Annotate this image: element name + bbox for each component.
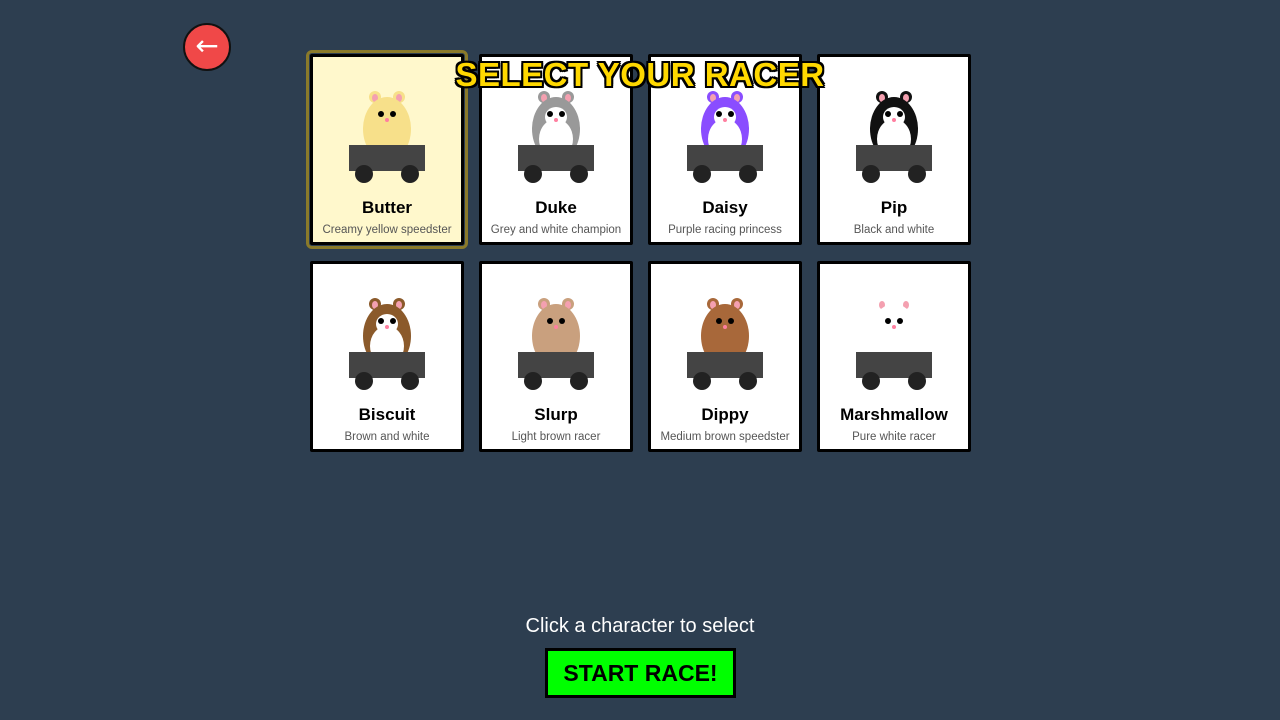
racer-grid: Butter Creamy yellow speedster Duke Grey an… <box>306 50 971 452</box>
nose <box>723 325 727 329</box>
hamster-kart-icon <box>856 91 932 183</box>
right-eye <box>897 318 903 324</box>
left-wheel <box>355 165 373 183</box>
right-wheel <box>401 372 419 390</box>
left-wheel <box>862 165 880 183</box>
racer-card-daisy[interactable]: Daisy Purple racing princess <box>648 54 802 245</box>
left-wheel <box>693 165 711 183</box>
right-wheel <box>570 372 588 390</box>
hamster-face <box>883 107 905 127</box>
right-wheel <box>908 165 926 183</box>
left-eye <box>378 111 384 117</box>
right-wheel <box>401 165 419 183</box>
left-eye <box>716 318 722 324</box>
right-eye <box>559 318 565 324</box>
nose <box>385 325 389 329</box>
nose <box>892 325 896 329</box>
racer-description: Black and white <box>853 224 935 236</box>
nose <box>723 118 727 122</box>
hamster-face <box>545 314 567 334</box>
racer-card-pip[interactable]: Pip Black and white <box>817 54 971 245</box>
back-button[interactable]: ← <box>183 23 231 71</box>
hamster-face <box>883 314 905 334</box>
left-eye <box>885 111 891 117</box>
hamster-kart-icon <box>687 91 763 183</box>
left-eye <box>716 111 722 117</box>
right-wheel <box>908 372 926 390</box>
left-eye <box>547 111 553 117</box>
racer-name: Butter <box>361 198 413 217</box>
nose <box>554 118 558 122</box>
hamster-face <box>545 107 567 127</box>
racer-card-biscuit[interactable]: Biscuit Brown and white <box>310 261 464 452</box>
right-wheel <box>739 372 757 390</box>
left-wheel <box>524 165 542 183</box>
racer-name: Slurp <box>534 405 578 424</box>
start-race-button[interactable]: START RACE! <box>545 648 736 698</box>
hint-text: Click a character to select <box>525 615 755 637</box>
racer-description: Pure white racer <box>852 431 936 443</box>
racer-description: Purple racing princess <box>668 224 782 236</box>
hamster-face <box>714 107 736 127</box>
racer-name: Dippy <box>701 405 749 424</box>
racer-card-dippy[interactable]: Dippy Medium brown speedster <box>648 261 802 452</box>
hamster-kart-icon <box>518 298 594 390</box>
racer-name: Biscuit <box>358 405 416 424</box>
right-eye <box>728 111 734 117</box>
racer-description: Brown and white <box>344 431 430 443</box>
hamster-kart-icon <box>349 298 425 390</box>
nose <box>892 118 896 122</box>
hamster-kart-icon <box>687 298 763 390</box>
racer-description: Grey and white champion <box>490 224 622 236</box>
left-eye <box>547 318 553 324</box>
right-eye <box>897 111 903 117</box>
hamster-face <box>714 314 736 334</box>
racer-description: Light brown racer <box>511 431 601 443</box>
hamster-kart-icon <box>856 298 932 390</box>
racer-name: Pip <box>880 198 908 217</box>
right-eye <box>390 318 396 324</box>
right-eye <box>559 111 565 117</box>
racer-card-marshmallow[interactable]: Marshmallow Pure white racer <box>817 261 971 452</box>
right-eye <box>390 111 396 117</box>
left-eye <box>378 318 384 324</box>
hamster-kart-icon <box>518 91 594 183</box>
left-wheel <box>693 372 711 390</box>
left-wheel <box>355 372 373 390</box>
left-wheel <box>862 372 880 390</box>
start-race-label: START RACE! <box>563 659 718 686</box>
hamster-face <box>376 107 398 127</box>
right-wheel <box>739 165 757 183</box>
racer-card-slurp[interactable]: Slurp Light brown racer <box>479 261 633 452</box>
back-arrow-icon: ← <box>195 29 219 62</box>
racer-card-duke[interactable]: Duke Grey and white champion <box>479 54 633 245</box>
nose <box>385 118 389 122</box>
left-wheel <box>524 372 542 390</box>
hamster-face <box>376 314 398 334</box>
hamster-kart-icon <box>349 91 425 183</box>
right-eye <box>728 318 734 324</box>
racer-name: Marshmallow <box>840 405 948 424</box>
right-wheel <box>570 165 588 183</box>
left-eye <box>885 318 891 324</box>
racer-name: Duke <box>535 198 577 217</box>
racer-card-butter[interactable]: Butter Creamy yellow speedster <box>306 50 468 249</box>
racer-name: Daisy <box>702 198 748 217</box>
racer-description: Creamy yellow speedster <box>322 224 452 236</box>
racer-description: Medium brown speedster <box>660 431 790 443</box>
nose <box>554 325 558 329</box>
